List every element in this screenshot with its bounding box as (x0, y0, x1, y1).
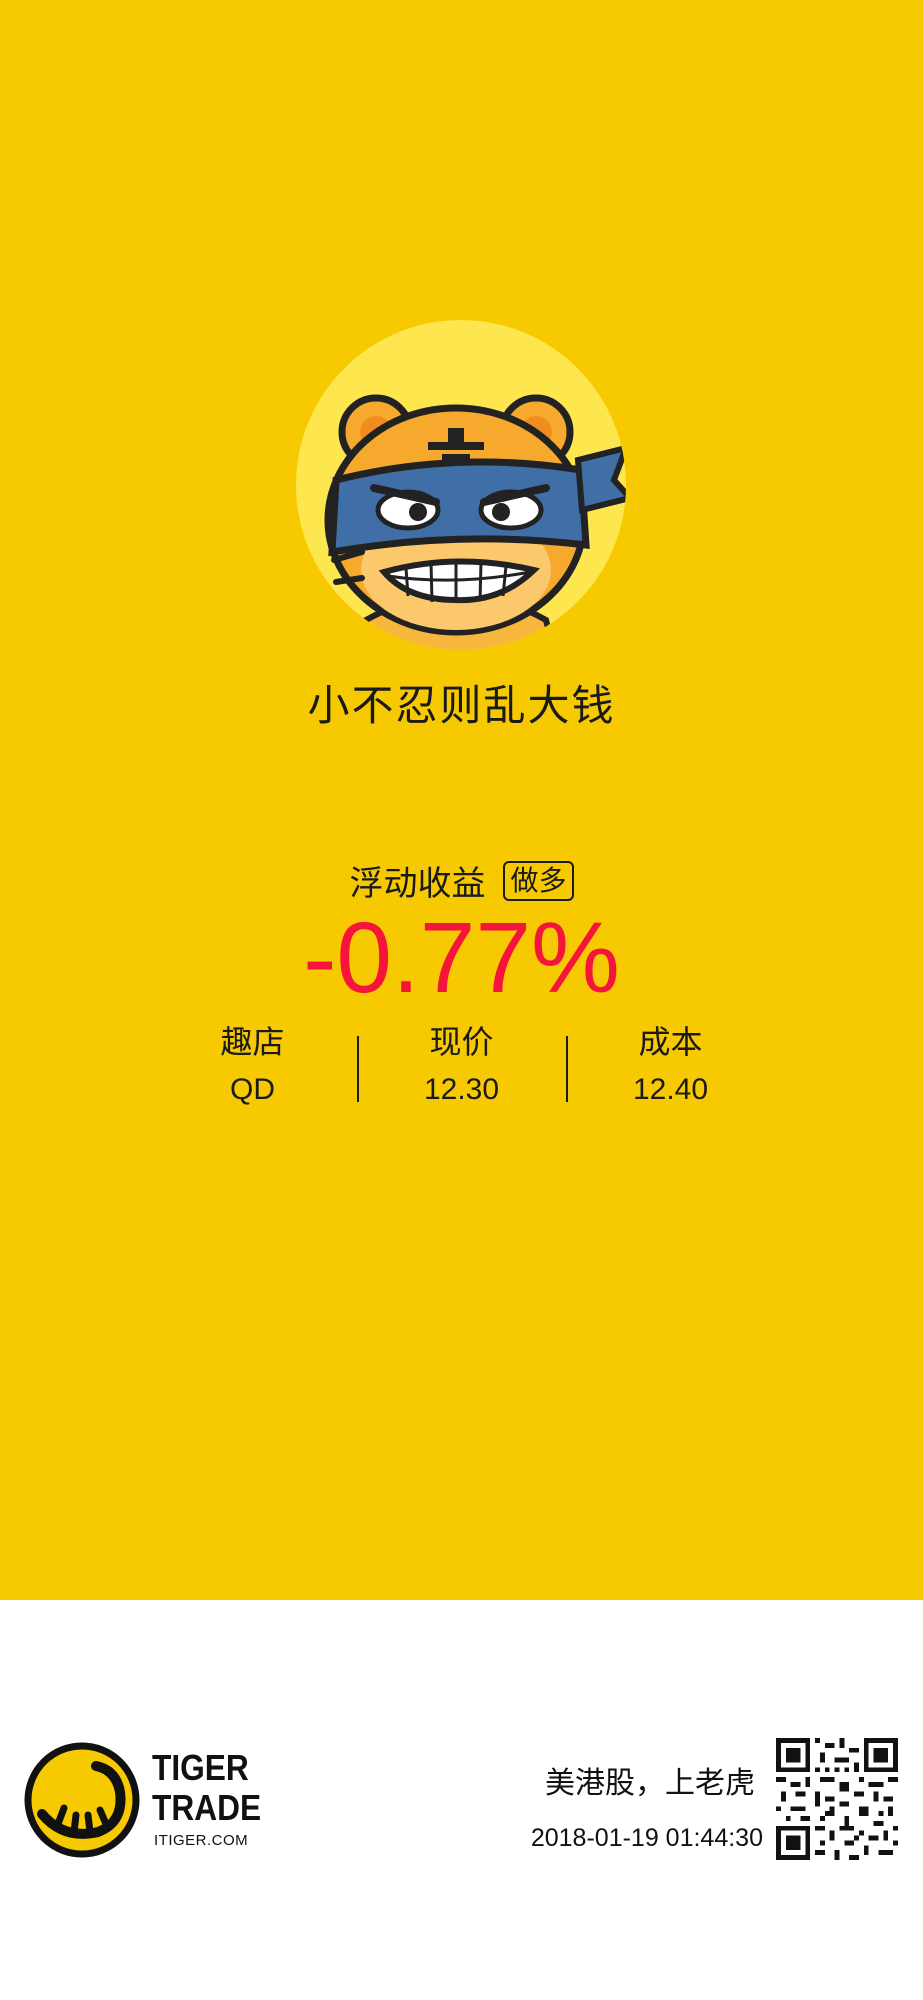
pnl-title-row: 浮动收益 做多 (0, 856, 923, 905)
nickname: 小不忍则乱大钱 (307, 681, 616, 730)
tiger-ninja-avatar-icon (296, 320, 626, 650)
stat-cost: 成本 12.40 (566, 1020, 775, 1112)
qr-code-icon (776, 1738, 898, 1860)
brand-name-line1: TIGER (152, 1747, 249, 1788)
stat-current-price: 现价 12.30 (357, 1020, 566, 1112)
stat-value: 12.30 (423, 1073, 500, 1106)
tiger-trade-logo-icon (24, 1742, 140, 1858)
slogan: 美港股，上老虎 (545, 1766, 755, 1801)
stat-label: 趣店 (220, 1023, 285, 1061)
timestamp: 2018-01-19 01:44:30 (530, 1824, 763, 1852)
stat-label: 现价 (429, 1023, 494, 1061)
stat-symbol: 趣店 QD (148, 1020, 357, 1112)
share-card-footer: TIGER TRADE ITIGER.COM 美港股，上老虎 2018-01-1… (0, 1600, 923, 2000)
stat-value: 12.40 (632, 1073, 709, 1106)
brand-name-line2: TRADE (152, 1787, 262, 1828)
stat-value: QD (230, 1073, 275, 1106)
share-card-top: 小不忍则乱大钱 浮动收益 做多 -0.77% 趣店 QD 现价 12.30 成本 … (0, 0, 923, 1600)
pnl-value: -0.77% (303, 902, 620, 1014)
position-stats: 趣店 QD 现价 12.30 成本 12.40 (148, 1020, 775, 1120)
direction-badge: 做多 (503, 860, 574, 901)
pnl-title: 浮动收益 (349, 864, 486, 904)
brand-url: ITIGER.COM (154, 1832, 249, 1849)
stat-label: 成本 (638, 1023, 703, 1061)
